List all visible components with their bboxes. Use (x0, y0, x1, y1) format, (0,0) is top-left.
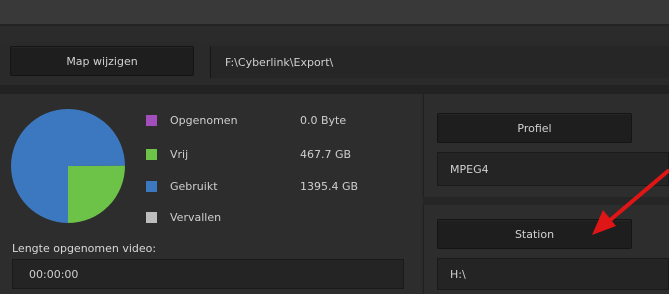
profile-select[interactable]: MPEG4 (437, 152, 669, 186)
pie-slice-vrij (68, 165, 125, 223)
panel-divider (0, 85, 669, 94)
legend-label: Gebruikt (170, 179, 218, 193)
legend-swatch-vrij (146, 148, 157, 160)
top-strip (0, 0, 669, 24)
legend-item-gebruikt: Gebruikt 1395.4 GB (146, 177, 358, 195)
top-strip-border (0, 24, 669, 26)
legend-label: Vervallen (170, 210, 222, 224)
legend-swatch-opgenomen (146, 114, 157, 126)
export-path-text: F:\Cyberlink\Export\ (225, 55, 334, 69)
map-change-label: Map wijzigen (66, 54, 138, 68)
profile-value: MPEG4 (450, 162, 489, 176)
right-panel-separator (423, 197, 669, 205)
map-change-button[interactable]: Map wijzigen (10, 46, 194, 76)
legend-item-opgenomen: Opgenomen 0.0 Byte (146, 111, 346, 129)
legend-item-vervallen: Vervallen (146, 208, 300, 226)
video-length-label: Lengte opgenomen video: (12, 242, 157, 255)
disk-usage-pie-chart (10, 109, 125, 223)
legend-swatch-gebruikt (146, 180, 157, 192)
station-select[interactable]: H:\ (437, 258, 669, 290)
video-length-value: 00:00:00 (29, 267, 79, 281)
station-button[interactable]: Station (437, 219, 632, 249)
legend-item-vrij: Vrij 467.7 GB (146, 145, 351, 163)
legend-swatch-vervallen (146, 211, 157, 223)
legend-label: Opgenomen (170, 113, 238, 127)
station-value: H:\ (450, 267, 466, 281)
profile-button-label: Profiel (517, 121, 552, 135)
station-button-label: Station (514, 227, 555, 241)
legend-value: 467.7 GB (300, 147, 352, 161)
legend-value: 1395.4 GB (300, 179, 359, 193)
legend-value: 0.0 Byte (300, 113, 347, 127)
video-length-field: 00:00:00 (12, 259, 404, 289)
legend-label: Vrij (170, 147, 189, 161)
export-path-display: F:\Cyberlink\Export\ (210, 46, 669, 78)
profile-button[interactable]: Profiel (437, 113, 632, 143)
